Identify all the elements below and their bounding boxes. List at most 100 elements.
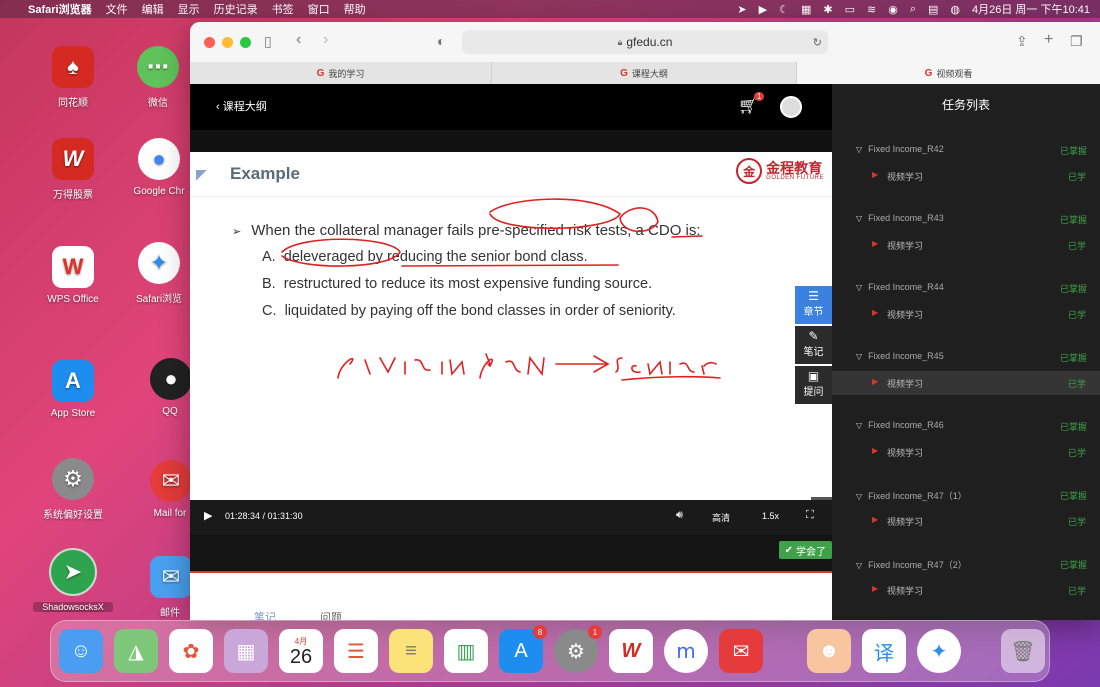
task-item-status: 已学 [1068,172,1087,182]
finder-icon[interactable]: ☺ [59,629,103,673]
paper-plane-status-icon[interactable]: ➤ [737,3,746,16]
desktop-icon-tonghuashun[interactable]: ♠ 同花顺 [33,46,113,109]
app-m-icon[interactable]: ⅿ [664,629,708,673]
translate-icon[interactable]: 译 [862,629,906,673]
launchpad-icon[interactable]: ▦ [224,629,268,673]
desktop-icon-safari[interactable]: ✦ Safari浏览 [128,242,190,305]
moon-icon[interactable]: ☾ [779,3,789,16]
task-item-status: 已学 [1068,517,1087,527]
list-icon: ☰ [808,289,819,303]
menu-history[interactable]: 历史记录 [214,1,258,17]
notes-icon[interactable]: ≡ [389,629,433,673]
close-window-button[interactable] [204,37,215,48]
shield-icon[interactable]: ◐ [437,33,445,49]
numbers-chart-icon[interactable]: ▥ [444,629,488,673]
system-preferences-icon[interactable]: ⚙ 1 [554,625,602,673]
control-center-icon[interactable]: ▤ [928,3,938,16]
menu-bookmarks[interactable]: 书签 [272,1,294,17]
reload-icon[interactable]: ↻ [813,36,822,49]
ask-question-button[interactable]: ▣ 提问 [795,366,832,404]
chapter-button[interactable]: ☰ 章节 [795,286,832,324]
video-play-icon: ▶ [872,515,879,524]
fullscreen-icon[interactable]: ⛶ [806,509,814,522]
minimize-window-button[interactable] [222,37,233,48]
handwritten-annotations [281,198,721,381]
play-icon[interactable]: ▶ [204,509,212,522]
tab-video-watch[interactable]: G 视频观看 [797,62,1100,84]
bluetooth-icon[interactable]: ✱ [823,3,832,16]
forward-arrow-icon[interactable]: › [323,31,328,49]
desktop-icon-wps[interactable]: W WPS Office [33,246,113,305]
zoom-window-button[interactable] [240,37,251,48]
app-store-icon[interactable]: A8 [499,625,547,673]
tab-questions[interactable]: 问题 [320,609,342,620]
learned-button[interactable]: ✔ 学会了 [778,541,832,559]
menu-bar: Safari浏览器 文件 编辑 显示 历史记录 书签 窗口 帮助 ➤ ▶ ☾ ▦… [0,0,1100,18]
tab-overview-icon[interactable]: ❐ [1070,33,1083,50]
back-arrow-icon[interactable]: ‹ [296,31,301,49]
desktop-icon-mail-for[interactable]: ✉ Mail for [150,460,190,519]
wind-logo-icon[interactable]: W [609,629,653,673]
desktop-icon-chrome[interactable]: ● Google Chr [128,138,190,197]
menu-app-name[interactable]: Safari浏览器 [28,1,92,17]
desktop-icon-wind[interactable]: W 万得股票 [33,138,113,201]
annotation-circle [489,198,622,230]
task-group-status: 已掌握 [1060,215,1088,225]
task-item[interactable]: ▶ 视频学习 已学 [832,578,1100,602]
task-item[interactable]: ▶ 视频学习 已学 [832,233,1100,257]
task-item-current[interactable]: ▶ 视频学习 已学 [832,371,1100,395]
games-icon[interactable]: ☻ [807,629,851,673]
play-status-icon[interactable]: ▶ [759,3,767,16]
photos-icon[interactable]: ✿ [169,629,213,673]
task-item[interactable]: ▶ 视频学习 已学 [832,302,1100,326]
calendar-month: 4月 [294,636,308,646]
progress-fill [190,497,812,500]
sidebar-icon[interactable]: ▯ [264,33,272,50]
notes-button[interactable]: ✎ 笔记 [795,326,832,364]
wifi-icon[interactable]: ≋ [867,3,876,16]
menu-file[interactable]: 文件 [106,1,128,17]
menu-edit[interactable]: 编辑 [142,1,164,17]
speed-selector[interactable]: 1.5x [762,511,779,521]
maps-icon[interactable]: ◮ [114,629,158,673]
progress-bar[interactable] [190,497,832,500]
task-item-label: 视频学习 [887,517,924,527]
back-to-outline-link[interactable]: ‹ 课程大纲 [216,98,267,114]
share-icon[interactable]: ⇪ [1016,33,1028,50]
search-icon[interactable]: ⌕ [910,3,916,16]
desktop-icon-app-store[interactable]: A App Store [33,360,113,419]
mail-icon[interactable]: ✉ [719,629,763,673]
tab-my-learning[interactable]: G 我的学习 [190,62,492,84]
siri-icon[interactable]: ◍ [950,3,960,16]
desktop-icon-shadowsocksx[interactable]: ➤ ShadowsocksX [33,548,113,612]
new-tab-icon[interactable]: + [1044,31,1053,49]
menu-clock[interactable]: 4月26日 周一 下午10:41 [972,1,1090,17]
menu-window[interactable]: 窗口 [308,1,330,17]
menu-help[interactable]: 帮助 [344,1,366,17]
task-item[interactable]: ▶ 视频学习 已学 [832,509,1100,533]
settings-badge: 1 [588,625,602,639]
address-bar[interactable]: 🔒︎ gfedu.cn ↻ [462,30,828,54]
reminders-icon[interactable]: ☰ [334,629,378,673]
desktop-icon-mail[interactable]: ✉ 邮件 [150,556,192,619]
volume-icon[interactable]: 🔊︎ [676,509,683,522]
safari-icon[interactable]: ✦ [917,629,961,673]
desktop-icon-wechat[interactable]: ⋯ 微信 [128,46,188,109]
user-icon[interactable]: ◉ [888,3,898,16]
quality-selector[interactable]: 高清 [712,511,730,524]
desktop-icon-system-preferences[interactable]: ⚙ 系统偏好设置 [33,458,113,521]
avatar[interactable] [780,96,802,118]
task-item-status: 已学 [1068,379,1087,389]
tab-course-outline[interactable]: G 课程大纲 [492,62,797,84]
cart-icon[interactable]: 🛒︎ 1 [738,92,765,116]
trash-icon[interactable]: 🗑︎ [1001,629,1045,673]
calendar-icon[interactable]: 4月 26 [279,629,323,673]
grid-status-icon[interactable]: ▦ [801,3,811,16]
wind-logo-icon: W [52,138,94,180]
task-item[interactable]: ▶ 视频学习 已学 [832,440,1100,464]
desktop-icon-qq[interactable]: ● QQ [150,358,192,417]
task-item[interactable]: ▶ 视频学习 已学 [832,164,1100,188]
tab-notes[interactable]: 笔记 [254,609,276,620]
menu-view[interactable]: 显示 [178,1,200,17]
battery-icon[interactable]: ▭ [845,3,855,16]
